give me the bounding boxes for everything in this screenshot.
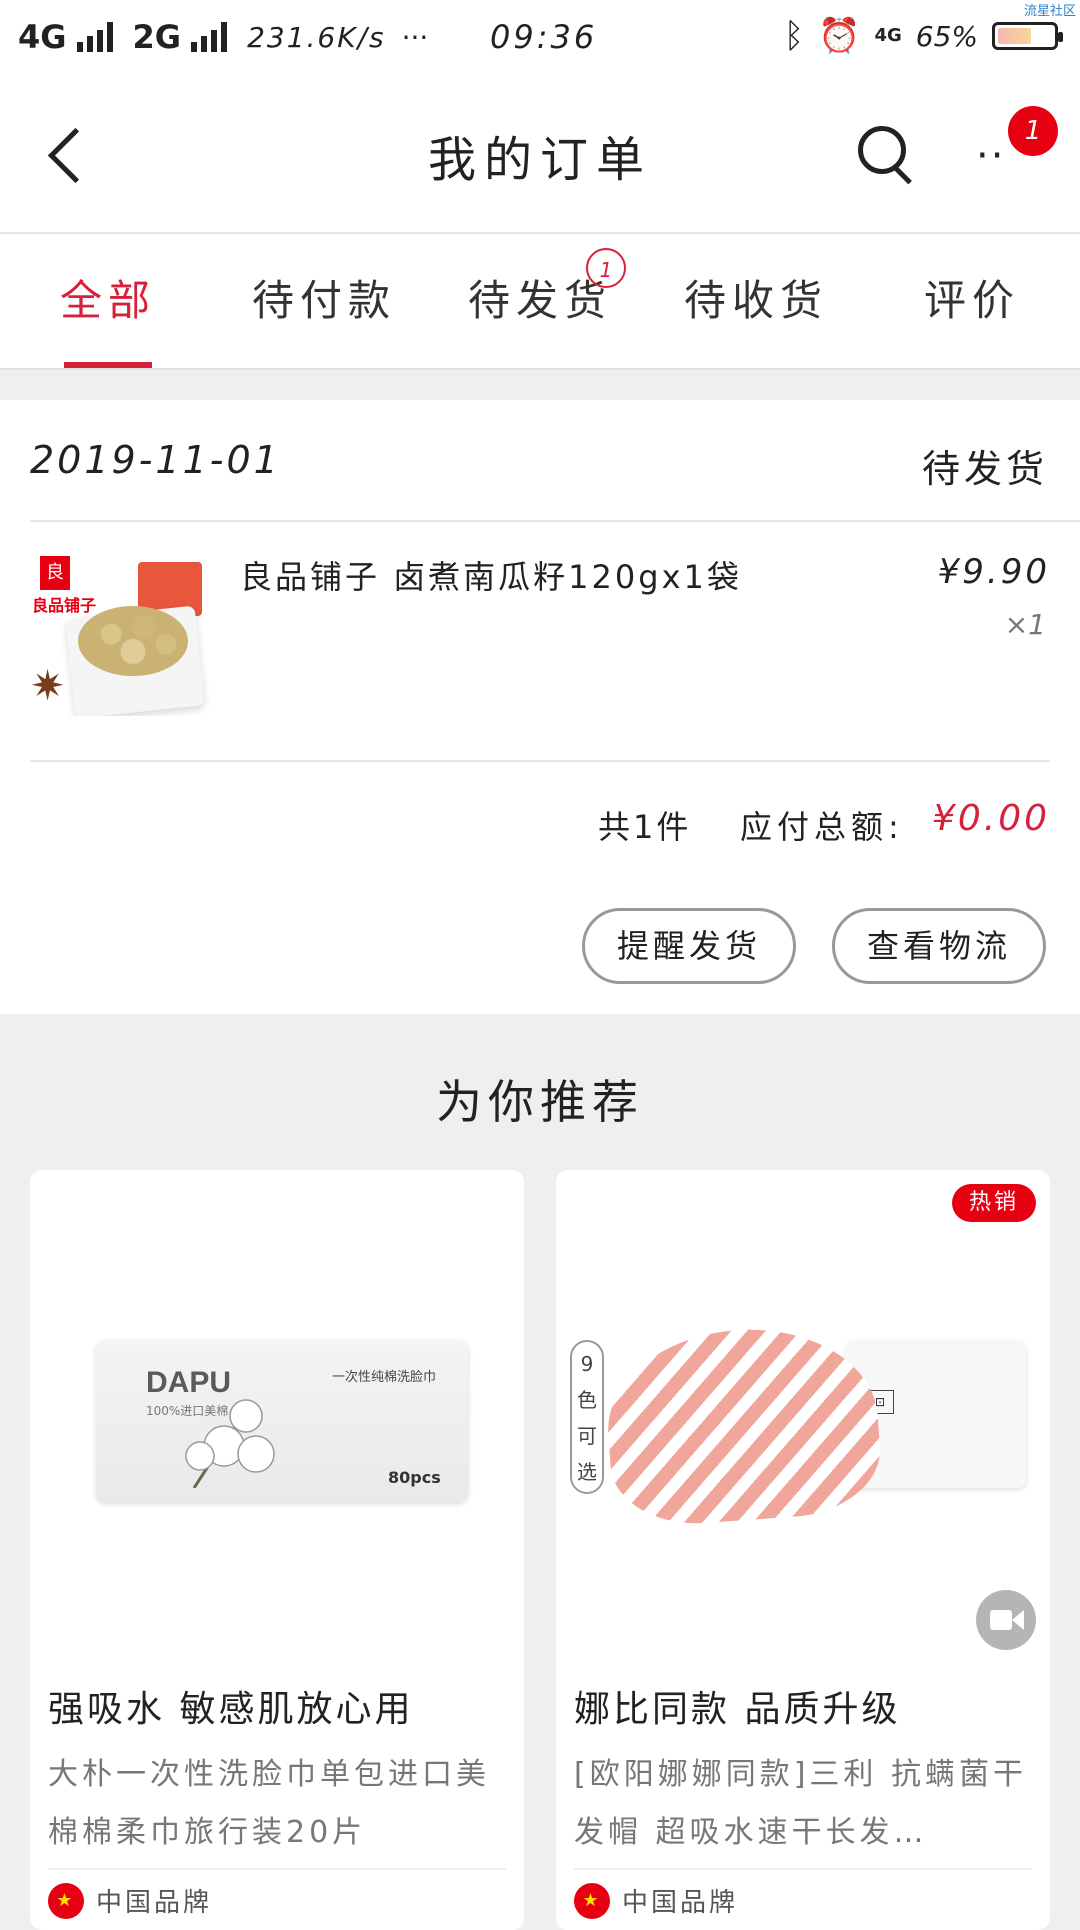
tab-pending-receipt-label: 待收货 bbox=[683, 276, 828, 325]
item-count: 共1件 bbox=[598, 808, 692, 846]
brand-origin: ★ 中国品牌 bbox=[48, 1882, 212, 1919]
tab-review-label: 评价 bbox=[923, 276, 1020, 325]
product-image[interactable]: DAPU 100%进口美棉 一次性纯棉洗脸巾 80pcs bbox=[30, 1170, 524, 1650]
star-anise-icon: ✷ bbox=[30, 661, 66, 710]
nav-bar: 我的订单 ·· 1 bbox=[0, 76, 1080, 234]
tab-all[interactable]: 全部 bbox=[0, 234, 216, 368]
recommend-title: 为你推荐 bbox=[436, 1075, 644, 1129]
network-4g-label: 4G bbox=[18, 18, 67, 56]
total-label: 应付总额: bbox=[740, 808, 904, 846]
alarm-icon: ⏰ bbox=[818, 16, 861, 56]
status-left: 4G 2G 231.6K/s ··· bbox=[18, 18, 428, 56]
order-tabs: 全部 待付款 待发货 待收货 评价 bbox=[0, 234, 1080, 370]
divider bbox=[574, 1868, 1032, 1870]
active-tab-indicator bbox=[64, 362, 152, 368]
total-amount: ¥0.00 bbox=[931, 798, 1050, 839]
page-title: 我的订单 bbox=[427, 132, 652, 188]
signal-icon bbox=[76, 22, 113, 52]
order-card[interactable]: 2019-11-01 待发货 ✷ 良 良品铺子 良品铺子 卤煮南瓜籽120gx1… bbox=[0, 400, 1080, 1014]
color-options-tag: 9色可选 bbox=[570, 1340, 604, 1494]
clock: 09:36 bbox=[490, 18, 598, 56]
product-quantity: ×1 bbox=[1004, 608, 1046, 641]
product-thumbnail[interactable]: ✷ 良 良品铺子 bbox=[30, 552, 210, 716]
notification-more-icon: ··· bbox=[401, 20, 429, 54]
status-bar: 4G 2G 231.6K/s ··· 09:36 ᛒ ⏰ 4G 65% 流星社区 bbox=[0, 0, 1080, 76]
notification-badge: 1 bbox=[1008, 106, 1058, 156]
remind-shipment-button[interactable]: 提醒发货 bbox=[582, 908, 796, 984]
brand-logo-icon: 良 bbox=[40, 556, 70, 590]
order-status: 待发货 bbox=[921, 447, 1048, 491]
battery-percent: 65% bbox=[915, 19, 978, 53]
product-price: ¥9.90 bbox=[937, 552, 1050, 592]
divider bbox=[48, 1868, 506, 1870]
tab-pending-payment[interactable]: 待付款 bbox=[216, 234, 432, 368]
product-image[interactable]: ⊡ 9色可选 热销 bbox=[556, 1170, 1050, 1650]
dapu-pack-title: 一次性纯棉洗脸巾 bbox=[332, 1370, 437, 1385]
tab-pending-shipment-label: 待发货 bbox=[467, 276, 612, 325]
recommend-description: [欧阳娜娜同款]三利 抗螨菌干发帽 超吸水速干长发… bbox=[574, 1757, 1027, 1850]
brand-origin-label: 中国品牌 bbox=[96, 1888, 213, 1918]
recommend-headline: 娜比同款 品质升级 bbox=[574, 1689, 901, 1730]
recommend-card[interactable]: ⊡ 9色可选 热销 娜比同款 品质升级 [欧阳娜娜同款]三利 抗螨菌干发帽 超吸… bbox=[556, 1170, 1050, 1930]
network-speed: 231.6K/s bbox=[247, 20, 386, 54]
divider bbox=[30, 520, 1080, 522]
dapu-pack: DAPU 100%进口美棉 一次性纯棉洗脸巾 80pcs bbox=[96, 1340, 468, 1502]
4g-indicator: 4G bbox=[874, 25, 902, 46]
product-name[interactable]: 良品铺子 卤煮南瓜籽120gx1袋 bbox=[240, 552, 742, 598]
tab-pending-receipt[interactable]: 待收货 bbox=[648, 234, 864, 368]
signal-icon bbox=[191, 22, 228, 52]
cotton-icon bbox=[185, 1399, 275, 1488]
thumb-seeds bbox=[78, 606, 188, 676]
recommend-headline: 强吸水 敏感肌放心用 bbox=[48, 1689, 414, 1730]
network-2g-label: 2G bbox=[132, 18, 182, 56]
battery-icon bbox=[992, 22, 1063, 50]
search-icon[interactable] bbox=[858, 126, 912, 180]
battery-fill bbox=[998, 28, 1031, 44]
tab-pending-payment-label: 待付款 bbox=[251, 276, 396, 325]
more-icon[interactable]: ·· bbox=[976, 136, 1005, 176]
tab-all-label: 全部 bbox=[59, 276, 156, 325]
china-flag-icon: ★ bbox=[48, 1882, 84, 1919]
status-right: ᛒ ⏰ 4G 65% bbox=[783, 16, 1063, 56]
bluetooth-icon: ᛒ bbox=[783, 16, 805, 56]
china-flag-icon: ★ bbox=[574, 1882, 610, 1919]
striped-towel bbox=[601, 1320, 885, 1530]
order-date: 2019-11-01 bbox=[30, 438, 281, 482]
divider bbox=[30, 760, 1050, 762]
tab-pending-shipment-badge: 1 bbox=[586, 248, 626, 288]
view-logistics-button[interactable]: 查看物流 bbox=[832, 908, 1046, 984]
watermark: 流星社区 bbox=[1023, 4, 1076, 19]
recommend-description: 大朴一次性洗脸巾单包进口美棉棉柔巾旅行装20片 bbox=[48, 1757, 490, 1850]
video-icon[interactable] bbox=[976, 1590, 1036, 1650]
hot-sale-badge: 热销 bbox=[952, 1184, 1036, 1222]
recommend-card[interactable]: DAPU 100%进口美棉 一次性纯棉洗脸巾 80pcs 强吸水 敏感肌放心用 … bbox=[30, 1170, 524, 1930]
brand-origin-label: 中国品牌 bbox=[622, 1888, 739, 1918]
brand-origin: ★ 中国品牌 bbox=[574, 1882, 738, 1919]
dapu-count: 80pcs bbox=[388, 1468, 441, 1487]
thumb-brand: 良品铺子 bbox=[32, 596, 97, 615]
tab-review[interactable]: 评价 bbox=[864, 234, 1080, 368]
